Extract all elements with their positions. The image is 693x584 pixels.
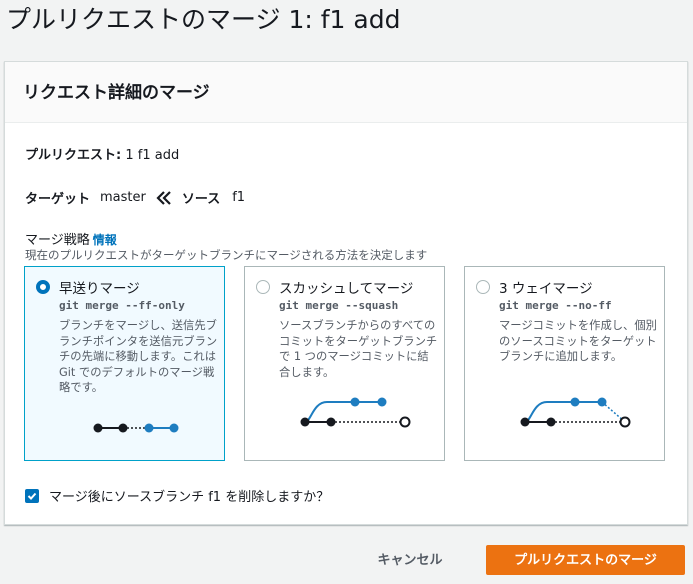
strategy-label-text: マージ戦略 [25,233,90,248]
strategy-option-three-way[interactable]: 3 ウェイマージ git merge --no-ff マージコミットを作成し、個… [464,266,665,461]
strategy-description: 現在のプルリクエストがターゲットブランチにマージされる方法を決定します [25,248,428,262]
pull-request-row: プルリクエスト: 1 f1 add [25,144,179,163]
merge-strategy-label: マージ戦略 情報 [25,229,117,248]
pull-request-label: プルリクエスト: [25,148,122,163]
branch-row: ターゲット master ソース f1 [25,188,245,207]
page-title: プルリクエストのマージ 1: f1 add [6,5,401,34]
source-label: ソース [181,192,221,207]
cancel-button[interactable]: キャンセル [365,545,455,575]
squash-graph-icon [300,397,411,428]
info-link[interactable]: 情報 [93,233,117,247]
target-value: master [100,190,146,205]
source-value: f1 [232,190,246,205]
double-chevron-left-icon [156,190,172,205]
strategy-option-fast-forward[interactable]: 早送りマージ git merge --ff-only ブランチをマージし、送信先… [24,266,225,461]
three-way-graph-icon [520,397,631,428]
panel-title: リクエスト詳細のマージ [23,83,210,103]
merge-details-panel: リクエスト詳細のマージ プルリクエスト: 1 f1 add ターゲット mast… [4,61,688,525]
merge-pull-request-button[interactable]: プルリクエストのマージ [486,545,685,575]
delete-source-branch-label: マージ後にソースブランチ f1 を削除しますか？ [49,490,330,505]
check-icon [27,492,37,500]
delete-source-branch-checkbox[interactable] [25,488,39,503]
fast-forward-graph-icon [93,423,179,433]
strategy-option-squash[interactable]: スカッシュしてマージ git merge --squash ソースブランチからの… [244,266,445,461]
delete-source-branch-row: マージ後にソースブランチ f1 を削除しますか？ [25,486,329,505]
panel-header: リクエスト詳細のマージ [5,62,687,123]
pull-request-value: 1 f1 add [125,148,180,163]
target-label: ターゲット [25,192,91,207]
